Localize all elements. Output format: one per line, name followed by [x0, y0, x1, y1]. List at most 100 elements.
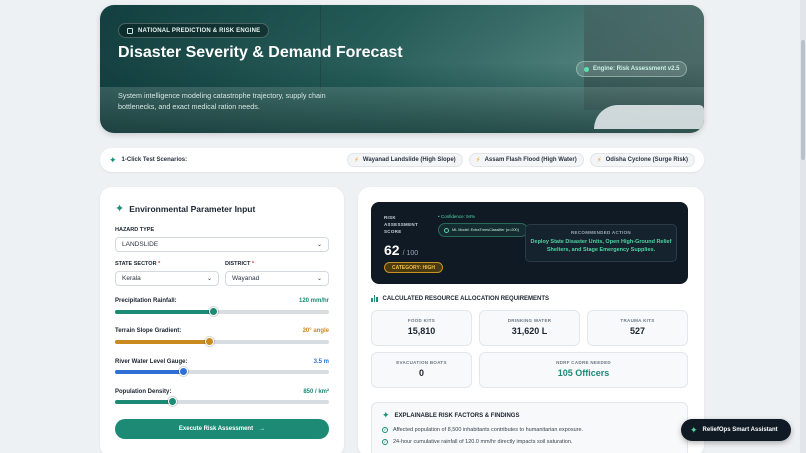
water-level-value: 3.5 m	[313, 359, 329, 365]
execute-risk-assessment-button[interactable]: Execute Risk Assessment →	[115, 419, 329, 439]
rainfall-label: Precipitation Rainfall:	[115, 298, 177, 304]
page-scrollbar[interactable]	[800, 0, 806, 453]
slider-fill	[115, 370, 184, 374]
status-dot-icon	[584, 66, 589, 72]
recommended-action-box: RECOMMENDED ACTION Deploy State Disaster…	[525, 224, 677, 262]
district-select[interactable]: Wayanad ⌄	[225, 271, 329, 286]
smart-assistant-label: ReliefOps Smart Assistant	[702, 427, 778, 433]
sparkle-icon: ✦	[690, 424, 698, 435]
lightning-icon: ⚡	[596, 157, 602, 164]
state-sector-label: STATE SECTOR *	[115, 261, 160, 267]
population-value: 850 / km²	[303, 389, 329, 395]
evacuation-boats-label: EVACUATION BOATS	[396, 360, 447, 365]
slider-fill	[115, 400, 173, 404]
risk-score-number: 62	[384, 242, 400, 258]
district-label-text: DISTRICT	[225, 261, 251, 267]
engine-status-badge: Engine: Risk Assessment v2.5	[576, 61, 688, 77]
risk-score-card: RISK ASSESSMENT SCORE • Confidence: 94% …	[371, 202, 688, 284]
slope-label: Terrain Slope Gradient:	[115, 328, 182, 334]
chevron-down-icon: ⌄	[316, 242, 322, 248]
check-circle-icon: ✓	[382, 427, 388, 433]
slider-fill	[115, 340, 210, 344]
food-kits-label: FOOD KITS	[407, 318, 436, 323]
sparkle-icon: ✦	[115, 202, 125, 215]
risk-factor-item: ✓ Affected population of 8,500 inhabitan…	[382, 427, 583, 433]
hazard-type-label: HAZARD TYPE	[115, 227, 155, 233]
panel-title: ✦ Environmental Parameter Input	[115, 202, 255, 215]
check-circle-icon: ✓	[382, 439, 388, 445]
scenario-chip-assam[interactable]: ⚡ Assam Flash Flood (High Water)	[468, 153, 584, 167]
state-sector-value: Kerala	[122, 275, 141, 282]
slope-slider[interactable]	[115, 337, 329, 346]
drinking-water-label: DRINKING WATER	[507, 318, 552, 323]
hero-background-car	[594, 105, 704, 129]
sparkle-icon: ✦	[382, 410, 390, 420]
ndrf-cadre-label: NDRF CADRE NEEDED	[556, 360, 611, 365]
slider-handle[interactable]	[168, 397, 178, 406]
execute-button-label: Execute Risk Assessment	[178, 426, 254, 432]
rainfall-slider[interactable]	[115, 307, 329, 316]
water-level-label: River Water Level Gauge:	[115, 359, 188, 365]
slider-fill	[115, 310, 214, 314]
risk-results-panel: RISK ASSESSMENT SCORE • Confidence: 94% …	[358, 187, 704, 453]
model-text: ML Model: ExtraTreesClassifier (n=200)	[452, 227, 519, 232]
scenario-chip-label: Assam Flash Flood (High Water)	[484, 157, 577, 163]
scenario-chip-label: Wayanad Landslide (High Slope)	[362, 157, 456, 163]
chevron-down-icon: ⌄	[316, 276, 322, 282]
slope-slider-label: Terrain Slope Gradient: 20° angle	[115, 328, 329, 334]
food-kits-value: 15,810	[407, 326, 436, 336]
required-marker: *	[158, 261, 161, 267]
scenario-chip-odisha[interactable]: ⚡ Odisha Cyclone (Surge Risk)	[589, 153, 695, 167]
scenario-chip-label: Odisha Cyclone (Surge Risk)	[605, 157, 688, 163]
model-badge: ML Model: ExtraTreesClassifier (n=200)	[438, 223, 528, 237]
engine-status-label: Engine: Risk Assessment v2.5	[593, 66, 680, 72]
smart-assistant-button[interactable]: ✦ ReliefOps Smart Assistant	[681, 419, 791, 441]
sparkle-icon: ✦	[109, 154, 117, 165]
scenario-chip-wayanad[interactable]: ⚡ Wayanad Landslide (High Slope)	[346, 153, 463, 167]
rainfall-value: 120 mm/hr	[298, 298, 329, 304]
test-scenarios-label: ✦ 1-Click Test Scenarios:	[109, 154, 188, 165]
shield-icon	[127, 27, 133, 34]
recommended-action-label: RECOMMENDED ACTION	[571, 230, 631, 235]
resource-allocation-title: CALCULATED RESOURCE ALLOCATION REQUIREME…	[371, 295, 549, 302]
lightning-icon: ⚡	[353, 157, 359, 164]
hazard-type-select[interactable]: LANDSLIDE ⌄	[115, 237, 329, 252]
slider-handle[interactable]	[204, 337, 214, 346]
hero-badge-label: NATIONAL PREDICTION & RISK ENGINE	[138, 27, 261, 34]
slider-handle[interactable]	[208, 307, 218, 316]
state-sector-select[interactable]: Kerala ⌄	[115, 271, 219, 286]
risk-category-badge: CATEGORY: HIGH	[384, 262, 443, 273]
risk-factor-item: ✓ 24-hour cumulative rainfall of 120.0 m…	[382, 439, 572, 445]
trauma-kits-label: TRAUMA KITS	[620, 318, 655, 323]
district-label: DISTRICT *	[225, 261, 254, 267]
test-scenarios-bar: ✦ 1-Click Test Scenarios: ⚡ Wayanad Land…	[100, 148, 704, 172]
drinking-water-card: DRINKING WATER 31,620 L	[479, 310, 580, 346]
risk-score-label: RISK ASSESSMENT SCORE	[384, 215, 419, 234]
slider-handle[interactable]	[178, 367, 188, 376]
population-slider-label: Population Density: 850 / km²	[115, 389, 329, 395]
page-title: Disaster Severity & Demand Forecast	[118, 44, 403, 61]
population-slider[interactable]	[115, 397, 329, 406]
evacuation-boats-card: EVACUATION BOATS 0	[371, 352, 472, 388]
test-scenarios-text: 1-Click Test Scenarios:	[121, 157, 188, 163]
recommended-action-text: Deploy State Disaster Units, Open High-G…	[530, 239, 672, 253]
hero-badge: NATIONAL PREDICTION & RISK ENGINE	[118, 23, 270, 38]
risk-score-value: 62/ 100	[384, 242, 418, 258]
trauma-kits-card: TRAUMA KITS 527	[587, 310, 688, 346]
water-level-slider-label: River Water Level Gauge: 3.5 m	[115, 359, 329, 365]
scrollbar-thumb[interactable]	[801, 40, 805, 160]
ndrf-cadre-card: NDRF CADRE NEEDED 105 Officers	[479, 352, 688, 388]
risk-factor-text: Affected population of 8,500 inhabitants…	[393, 427, 584, 433]
risk-factors-title-text: EXPLAINABLE RISK FACTORS & FINDINGS	[394, 412, 520, 419]
evacuation-boats-value: 0	[418, 368, 424, 378]
district-value: Wayanad	[232, 275, 260, 282]
confidence-text: • Confidence: 94%	[438, 214, 476, 219]
food-kits-card: FOOD KITS 15,810	[371, 310, 472, 346]
arrow-right-icon: →	[259, 426, 266, 432]
hazard-type-value: LANDSLIDE	[122, 241, 159, 248]
water-level-slider[interactable]	[115, 367, 329, 376]
trauma-kits-value: 527	[629, 326, 646, 336]
resource-allocation-text: CALCULATED RESOURCE ALLOCATION REQUIREME…	[382, 295, 550, 302]
required-marker: *	[251, 261, 255, 267]
scenario-chip-list: ⚡ Wayanad Landslide (High Slope) ⚡ Assam…	[346, 153, 695, 167]
